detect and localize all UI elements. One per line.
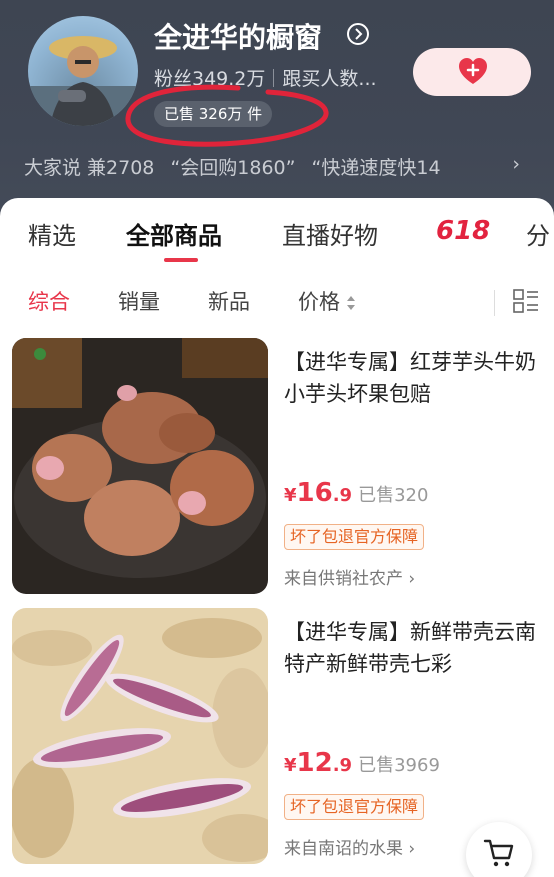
- shop-name[interactable]: 全进华的橱窗: [154, 16, 322, 56]
- product-card[interactable]: 【进华专属】新鲜带壳云南特产新鲜带壳七彩 ¥12.9 已售3969 坏了包退官方保…: [0, 608, 554, 870]
- avatar[interactable]: [28, 16, 138, 126]
- grid-list-icon[interactable]: [513, 288, 539, 314]
- filter-price-label: 价格: [298, 290, 340, 314]
- product-source[interactable]: 来自供销社农产 ›: [284, 564, 415, 589]
- price: ¥16.9: [284, 478, 353, 508]
- tab-all-products[interactable]: 全部商品: [126, 216, 222, 251]
- followers-buy[interactable]: 跟买人数...: [282, 68, 376, 90]
- chevron-right-icon[interactable]: ›: [512, 153, 520, 175]
- review-highlights[interactable]: 大家说 兼2708 “会回购1860” “快递速度快14 ›: [24, 153, 554, 180]
- product-image[interactable]: [12, 338, 268, 594]
- sold-badge: 已售 326万 件: [154, 101, 273, 127]
- guarantee-tag: 坏了包退官方保障: [284, 794, 425, 820]
- tab-618[interactable]: 618: [436, 216, 490, 246]
- price-row: ¥16.9 已售320: [284, 478, 428, 508]
- filter-price[interactable]: 价格: [298, 286, 356, 316]
- guarantee-tag: 坏了包退官方保障: [284, 524, 425, 550]
- heart-plus-icon: [459, 58, 487, 84]
- chevron-right-icon[interactable]: [347, 23, 369, 45]
- shop-stats: 粉丝349.2万 跟买人数...: [154, 64, 377, 91]
- sold-count: 已售320: [358, 485, 429, 506]
- tab-active-indicator: [164, 258, 198, 262]
- cart-icon: [483, 839, 514, 867]
- sold-count: 已售3969: [358, 755, 440, 776]
- sort-icon: [347, 296, 355, 310]
- price-row: ¥12.9 已售3969: [284, 748, 440, 778]
- review-item: “会回购1860”: [170, 157, 296, 179]
- follow-button[interactable]: [413, 48, 531, 96]
- review-item: “快递速度快14: [311, 157, 441, 179]
- divider: [494, 290, 495, 316]
- product-source[interactable]: 来自南诏的水果 ›: [284, 834, 415, 859]
- price: ¥12.9: [284, 748, 353, 778]
- product-title[interactable]: 【进华专属】红芽芋头牛奶小芋头坏果包赔: [284, 346, 546, 410]
- review-item: 大家说 兼2708: [24, 157, 155, 179]
- filter-overall[interactable]: 综合: [28, 286, 70, 316]
- product-title[interactable]: 【进华专属】新鲜带壳云南特产新鲜带壳七彩: [284, 616, 546, 680]
- product-image[interactable]: [12, 608, 268, 864]
- fans-count: 粉丝349.2万: [154, 68, 266, 90]
- tab-live-goods[interactable]: 直播好物: [282, 216, 378, 251]
- filter-sales[interactable]: 销量: [118, 286, 160, 316]
- product-card[interactable]: 【进华专属】红芽芋头牛奶小芋头坏果包赔 ¥16.9 已售320 坏了包退官方保障 …: [0, 338, 554, 600]
- tab-more[interactable]: 分: [526, 216, 550, 251]
- tab-featured[interactable]: 精选: [28, 216, 76, 251]
- filter-new[interactable]: 新品: [208, 286, 250, 316]
- filter-bar: 综合 销量 新品 价格: [0, 286, 554, 322]
